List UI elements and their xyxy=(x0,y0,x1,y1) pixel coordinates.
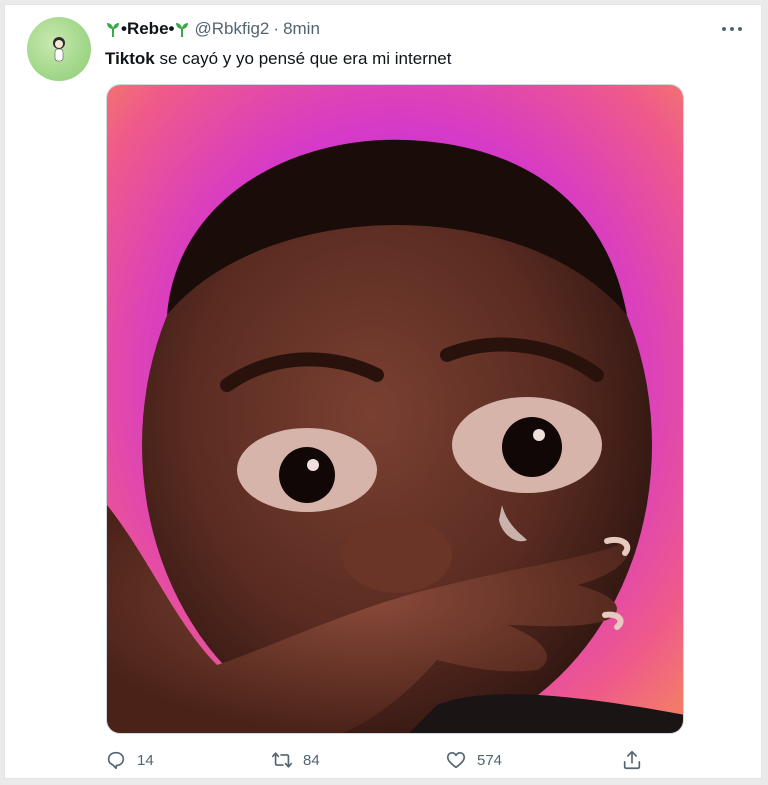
tweet-card[interactable]: •Rebe• @Rbkfig2 · 8min Tiktok se cayó y … xyxy=(4,4,762,779)
share-icon xyxy=(623,750,641,770)
share-button[interactable] xyxy=(621,745,643,775)
meme-image xyxy=(107,85,683,733)
reply-button[interactable]: 14 xyxy=(105,745,154,775)
reply-count: 14 xyxy=(137,751,154,769)
avatar[interactable] xyxy=(27,17,91,81)
more-horizontal-icon xyxy=(722,27,742,31)
tweet-text: Tiktok se cayó y yo pensé que era mi int… xyxy=(105,47,725,71)
reply-icon xyxy=(107,751,125,770)
retweet-icon xyxy=(272,752,292,768)
separator-dot: · xyxy=(273,19,280,38)
avatar-figure xyxy=(53,37,65,62)
display-name-text: •Rebe• xyxy=(121,19,175,38)
retweet-button[interactable]: 84 xyxy=(271,745,320,775)
tweet-text-bold: Tiktok xyxy=(105,49,155,68)
tweet-text-body: se cayó y yo pensé que era mi internet xyxy=(154,49,452,68)
timestamp[interactable]: 8min xyxy=(283,17,320,41)
sprout-icon xyxy=(176,23,189,37)
heart-icon xyxy=(446,752,466,769)
tweet-header: •Rebe• @Rbkfig2 · 8min xyxy=(105,17,320,41)
user-handle[interactable]: @Rbkfig2 xyxy=(194,17,269,41)
more-options-button[interactable] xyxy=(719,19,745,39)
display-name[interactable]: •Rebe• xyxy=(105,17,190,41)
tweet-actions: 14 84 574 xyxy=(105,745,645,775)
like-count: 574 xyxy=(477,751,503,769)
sprout-icon xyxy=(107,23,119,37)
tweet-image[interactable] xyxy=(106,84,684,734)
like-button[interactable]: 574 xyxy=(445,745,502,775)
retweet-count: 84 xyxy=(303,751,320,769)
